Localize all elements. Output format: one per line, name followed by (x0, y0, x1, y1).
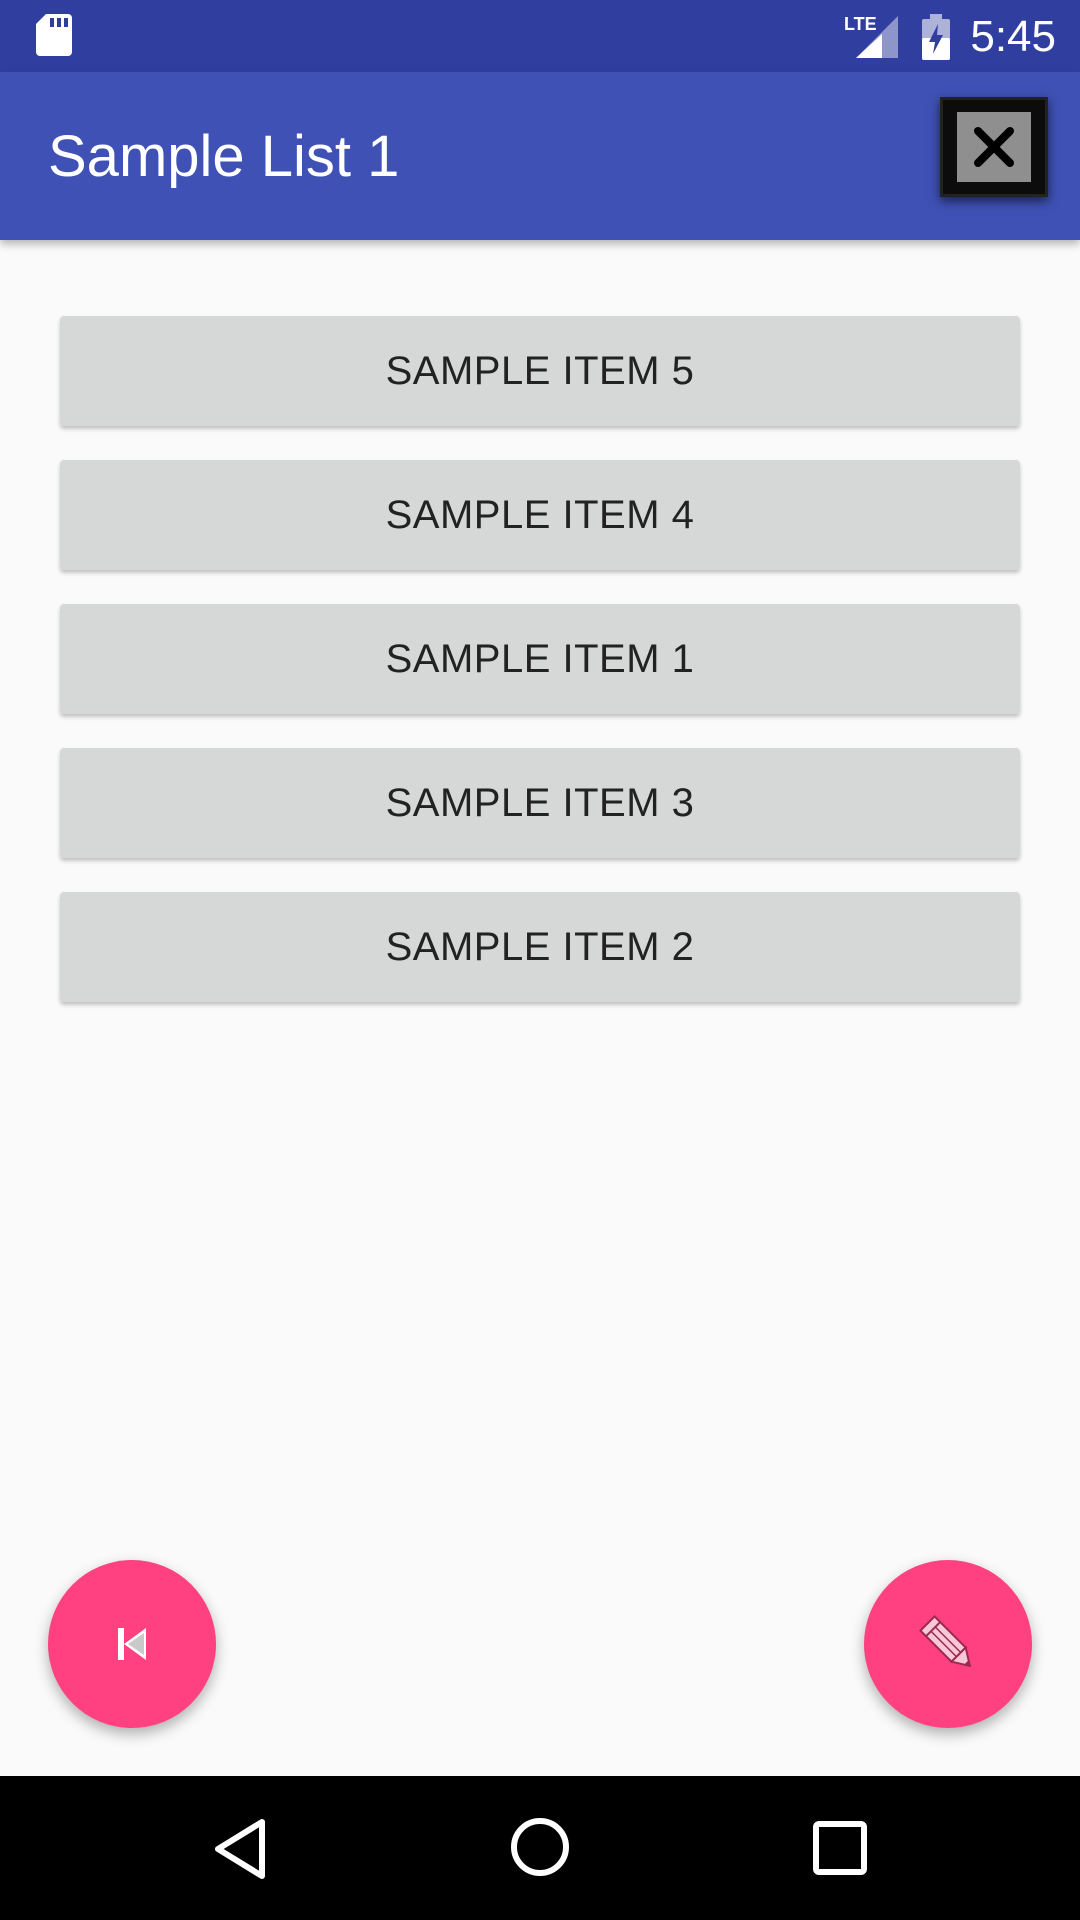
app-bar: Sample List 1 (0, 72, 1080, 240)
status-bar: LTE 5:45 (0, 0, 1080, 72)
clock: 5:45 (970, 12, 1056, 61)
list-item[interactable]: SAMPLE ITEM 5 (60, 316, 1020, 426)
edit-fab-button[interactable] (864, 1560, 1032, 1728)
navigation-bar (0, 1776, 1080, 1920)
close-button[interactable] (940, 97, 1048, 197)
list-item[interactable]: SAMPLE ITEM 4 (60, 460, 1020, 570)
page-title: Sample List 1 (48, 124, 400, 189)
battery-charging-icon (922, 14, 950, 60)
home-icon[interactable] (509, 1816, 571, 1878)
list-item[interactable]: SAMPLE ITEM 3 (60, 748, 1020, 858)
list-item[interactable]: SAMPLE ITEM 2 (60, 892, 1020, 1002)
previous-fab-button[interactable] (48, 1560, 216, 1728)
back-icon[interactable] (210, 1816, 270, 1882)
screen: LTE 5:45 Sample List 1 SAMPLE ITEM 5 SAM… (0, 0, 1080, 1920)
sd-card-icon (36, 14, 72, 56)
lte-signal-icon: LTE (844, 14, 898, 58)
close-button-face (957, 112, 1031, 182)
skip-previous-icon (118, 1628, 146, 1660)
item-list: SAMPLE ITEM 5 SAMPLE ITEM 4 SAMPLE ITEM … (60, 316, 1020, 1036)
lte-label: LTE (844, 14, 877, 34)
close-icon (974, 127, 1014, 167)
list-item[interactable]: SAMPLE ITEM 1 (60, 604, 1020, 714)
recents-icon[interactable] (812, 1820, 868, 1876)
pencil-icon (919, 1615, 972, 1668)
